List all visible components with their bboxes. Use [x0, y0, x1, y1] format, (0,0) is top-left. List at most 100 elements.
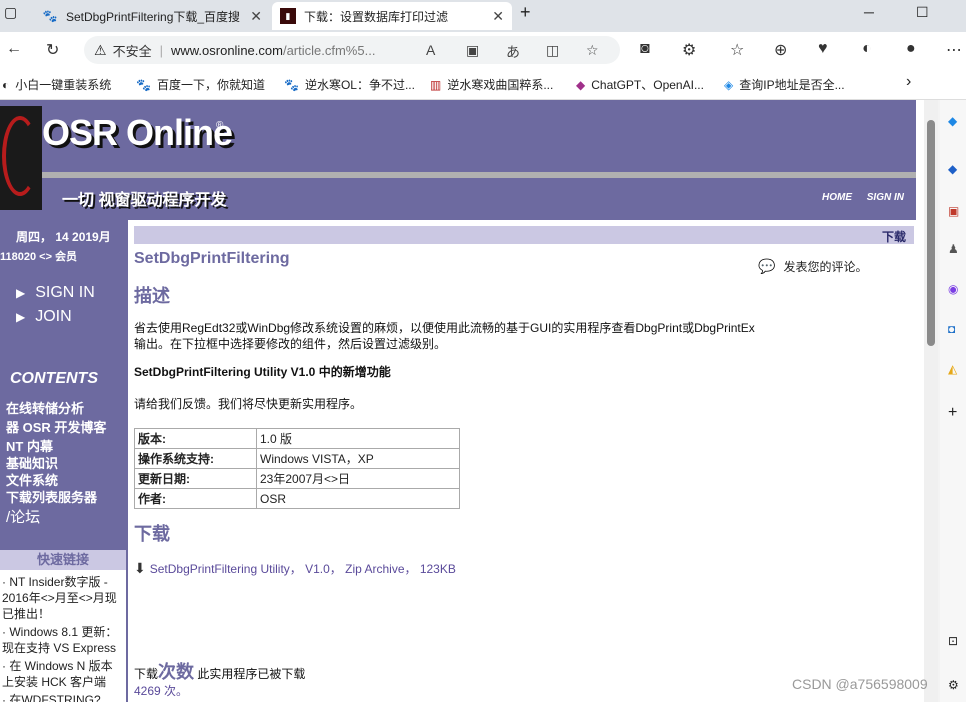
tab-baidu-search[interactable]: 🐾 SetDbgPrintFiltering下载_百度搜 ✕ — [34, 2, 270, 30]
office-icon[interactable]: ◭ — [948, 362, 957, 376]
refresh-icon[interactable]: ↻ — [46, 40, 59, 60]
contents-item[interactable]: 在线转储分析 — [6, 398, 84, 417]
copilot-icon[interactable]: ◆ — [948, 162, 957, 176]
new-tab-button[interactable]: + — [520, 2, 531, 23]
screenshot-icon[interactable]: ⊡ — [948, 634, 958, 648]
favorite-star-icon[interactable]: ☆ — [586, 42, 599, 59]
security-label: 不安全 — [112, 43, 152, 59]
toolbar: ← ↻ ⚠ 不安全 | www.osronline.com/article.cf… — [0, 32, 966, 68]
contents-item[interactable]: 器 OSR 开发博客 — [6, 417, 106, 436]
sign-in-link[interactable]: SIGN IN — [867, 192, 904, 203]
address-bar[interactable]: ⚠ 不安全 | www.osronline.com/article.cfm%5.… — [84, 36, 620, 64]
more-icon[interactable]: ⋯ — [946, 40, 962, 60]
favorite-item[interactable]: 🐾 百度一下，你就知道 — [136, 76, 265, 93]
table-key: 操作系统支持: — [134, 448, 257, 469]
warning-icon[interactable]: ⚠ — [94, 42, 107, 59]
count-big: 次数 — [158, 662, 195, 682]
tab-download-page[interactable]: ▮ 下载：设置数据库打印过滤 ✕ — [272, 2, 512, 30]
minimize-icon[interactable]: ─ — [864, 4, 874, 20]
separator: | — [159, 42, 163, 58]
favorite-item[interactable]: ◆ ChatGPT、OpenAI... — [576, 76, 704, 93]
url-path: /article.cfm%5... — [282, 42, 376, 58]
sign-in-nav[interactable]: ▶ SIGN IN — [16, 284, 95, 302]
close-icon[interactable]: ✕ — [250, 8, 262, 25]
quick-link[interactable]: · NT Insider数字版 - 2016年<>月至<>月现已推出！ — [2, 574, 124, 622]
osr-logo — [0, 106, 42, 210]
tab-title: SetDbgPrintFiltering下载_百度搜 — [66, 9, 241, 24]
nav-label: SIGN IN — [35, 284, 95, 301]
table-key: 更新日期: — [134, 468, 257, 489]
header-links: HOME SIGN IN — [810, 192, 904, 203]
favorite-item[interactable]: ◐ 小白一键重装系统 — [2, 76, 111, 93]
info-table: 版本: 1.0 版 操作系统支持: Windows VISTA，XP 更新日期: 23… — [134, 428, 460, 509]
favorite-item[interactable]: 🐾 逆水寒OL：争不过... — [284, 76, 415, 93]
quick-link[interactable]: · Windows 8.1 更新：现在支持 VS Express — [2, 624, 124, 656]
add-icon[interactable]: + — [948, 404, 957, 422]
bookmark-icon: ◆ — [576, 77, 586, 92]
back-arrow-icon[interactable]: ← — [6, 40, 22, 58]
read-aloud-icon[interactable]: A — [426, 42, 435, 58]
quick-links-heading: 快速链接 — [0, 550, 126, 570]
favorite-label: 查询IP地址是否全... — [739, 78, 845, 92]
edge-icon[interactable]: ◐ — [862, 40, 872, 58]
scroll-thumb[interactable] — [927, 120, 935, 346]
table-value: Windows VISTA，XP — [256, 448, 460, 469]
description-heading: 描述 — [134, 286, 170, 306]
paw-icon: 🐾 — [42, 9, 58, 23]
translate-icon[interactable]: あ — [506, 42, 520, 62]
games-icon[interactable]: ◉ — [948, 282, 958, 296]
comment-icon: 💬 — [758, 258, 776, 274]
web-page: OSR Online ® 一切 视窗驱动程序开发 HOME SIGN IN 周四… — [0, 100, 924, 702]
bookmark-icon: ◈ — [724, 77, 734, 92]
performance-icon[interactable]: ♥ — [818, 40, 828, 58]
table-value: 1.0 版 — [256, 428, 460, 449]
scrollbar[interactable] — [924, 100, 938, 702]
favorite-item[interactable]: ◈ 查询IP地址是否全... — [724, 76, 845, 93]
paw-icon: 🐾 — [136, 77, 151, 92]
quick-link[interactable]: · 在 Windows N 版本上安装 HCK 客户端 — [2, 658, 124, 690]
search-icon[interactable]: ◆ — [948, 114, 957, 128]
split-screen-icon[interactable]: ◫ — [546, 42, 559, 59]
tools-icon[interactable]: ▣ — [948, 204, 959, 218]
comment-link[interactable]: 💬 发表您的评论。 — [758, 258, 867, 275]
download-link[interactable]: 下载 — [882, 228, 906, 245]
outlook-icon[interactable]: ◘ — [948, 322, 955, 336]
triangle-right-icon: ▶ — [16, 286, 26, 300]
favorites-icon[interactable]: ☆ — [730, 40, 744, 60]
chevron-right-icon[interactable]: › — [906, 73, 911, 91]
sidebar-toggle-icon[interactable]: ▢ — [4, 4, 17, 21]
table-row: 版本: 1.0 版 — [134, 428, 460, 449]
tab-bar: ▢ 🐾 SetDbgPrintFiltering下载_百度搜 ✕ ▮ 下载：设置… — [0, 0, 966, 32]
extensions-icon[interactable]: ⚙ — [682, 40, 696, 60]
feedback-text: 请给我们反馈。我们将尽快更新实用程序。 — [134, 397, 363, 411]
table-row: 操作系统支持: Windows VISTA，XP — [134, 448, 460, 469]
quick-link[interactable]: · 在WDFSTRING? — [2, 692, 124, 702]
download-file-label: SetDbgPrintFiltering Utility， V1.0， Zip … — [149, 562, 456, 576]
join-nav[interactable]: ▶ JOIN — [16, 308, 72, 326]
download-count-line: 下载次数 此实用程序已被下载 — [134, 658, 305, 684]
download-file-link[interactable]: ⬇ SetDbgPrintFiltering Utility， V1.0， Zi… — [134, 560, 456, 577]
contents-item[interactable]: 下载列表服务器 — [6, 487, 97, 506]
favorite-item[interactable]: ▥ 逆水寒戏曲国粹系... — [430, 76, 553, 93]
table-value: 23年2007月<>日 — [256, 468, 460, 489]
settings-gear-icon[interactable]: ⚙ — [948, 678, 959, 692]
collections-icon[interactable]: ⊕ — [774, 40, 787, 60]
description-text: 省去使用RegEdt32或WinDbg修改系统设置的麻烦，以便使用此流畅的基于G… — [134, 321, 755, 351]
close-icon[interactable]: ✕ — [492, 8, 504, 25]
tracking-icon[interactable]: ◙ — [640, 40, 650, 58]
maximize-icon[interactable]: ☐ — [916, 4, 929, 21]
avatar[interactable]: ● — [906, 40, 916, 58]
count-prefix: 下载 — [134, 667, 159, 681]
download-icon: ⬇ — [134, 560, 146, 576]
favorite-label: 百度一下，你就知道 — [156, 78, 265, 92]
reader-view-icon[interactable]: ▣ — [466, 42, 479, 59]
nav-label: JOIN — [35, 308, 72, 325]
comment-label: 发表您的评论。 — [783, 260, 868, 274]
count-suffix: 此实用程序已被下载 — [194, 667, 306, 681]
osr-favicon-icon: ▮ — [280, 8, 296, 24]
url-host: www.osronline.com — [170, 42, 283, 58]
contents-item[interactable]: /论坛 — [6, 506, 40, 527]
favorite-label: ChatGPT、OpenAI... — [591, 78, 704, 92]
people-icon[interactable]: ♟ — [948, 242, 959, 256]
home-link[interactable]: HOME — [822, 192, 852, 203]
